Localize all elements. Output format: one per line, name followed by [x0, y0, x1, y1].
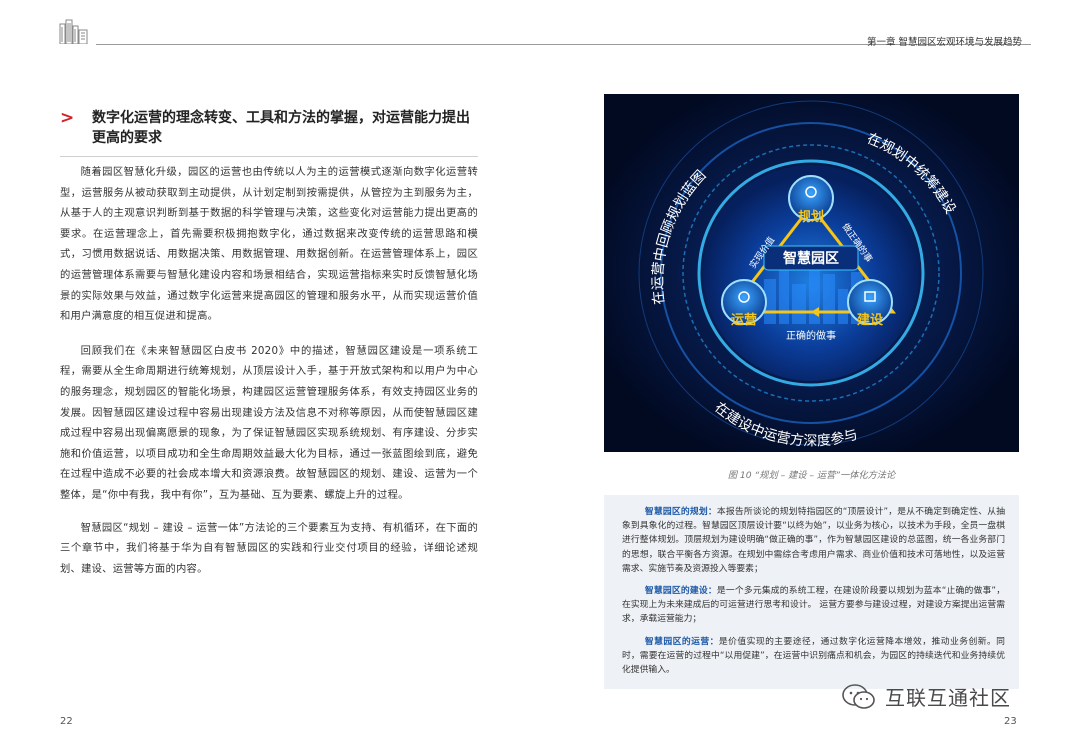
heading-divider: [60, 156, 478, 157]
methodology-diagram: 智慧园区 实现价值 做正确的事 正确的做事 规划 运营 建设 在运营中回顾规划蓝…: [604, 94, 1019, 452]
paragraph-2: 回顾我们在《未来智慧园区白皮书 2020》中的描述，智慧园区建设是一项系统工程，…: [60, 344, 478, 501]
page-number-right: 23: [1004, 716, 1017, 727]
node-operate-label: 运营: [731, 312, 757, 328]
chevron-right-icon: >: [60, 108, 75, 128]
chapter-title: 第一章 智慧园区宏观环境与发展趋势: [866, 37, 1022, 48]
methodology-figure: 智慧园区 实现价值 做正确的事 正确的做事 规划 运营 建设 在运营中回顾规划蓝…: [604, 94, 1019, 452]
definition-term: 智慧园区的规划：: [644, 507, 717, 517]
definition-text: 本报告所谈论的规划特指园区的“顶层设计”，是从不确定到确定性、从抽象到具象化的过…: [622, 507, 1005, 574]
watermark: 互联互通社区: [841, 682, 1011, 711]
node-build-label: 建设: [857, 312, 884, 328]
paragraph-1: 随着园区智慧化升级，园区的运营也由传统以人为主的运营模式逐渐向数字化运营转型，运…: [60, 166, 478, 323]
center-label: 智慧园区: [782, 250, 839, 267]
node-plan-label: 规划: [798, 209, 824, 225]
edge-bottom-label: 正确的做事: [786, 329, 836, 342]
left-column: > 数字化运营的理念转变、工具和方法的掌握，对运营能力提出更高的要求 随着园区智…: [60, 108, 478, 579]
definitions-box: 智慧园区的规划：本报告所谈论的规划特指园区的“顶层设计”，是从不确定到确定性、从…: [604, 495, 1019, 689]
wechat-icon: [842, 683, 875, 709]
definition-term: 智慧园区的建设：: [644, 586, 717, 597]
section-heading-row: > 数字化运营的理念转变、工具和方法的掌握，对运营能力提出更高的要求: [60, 108, 478, 148]
paragraph-3: 智慧园区“规划 – 建设 – 运营一体”方法论的三个要素互为支持、有机循环，在下…: [60, 521, 478, 575]
watermark-text: 互联互通社区: [885, 686, 1011, 710]
section-heading: 数字化运营的理念转变、工具和方法的掌握，对运营能力提出更高的要求: [92, 110, 470, 146]
figure-caption: 图 10 “规划 – 建设 – 运营”一体化方法论: [727, 470, 896, 481]
definition-construction: 智慧园区的建设：是一个多元集成的系统工程，在建设阶段要以规划为蓝本“止确的做事”…: [622, 584, 1005, 627]
definition-planning: 智慧园区的规划：本报告所谈论的规划特指园区的“顶层设计”，是从不确定到确定性、从…: [622, 505, 1005, 576]
page-number-left: 22: [60, 716, 73, 727]
buildings-logo-icon: [59, 19, 88, 44]
definition-term: 智慧园区的运营：: [644, 636, 719, 647]
definition-operation: 智慧园区的运营：是价值实现的主要途径，通过数字化运营降本增效，推动业务创新。同时…: [622, 635, 1005, 678]
